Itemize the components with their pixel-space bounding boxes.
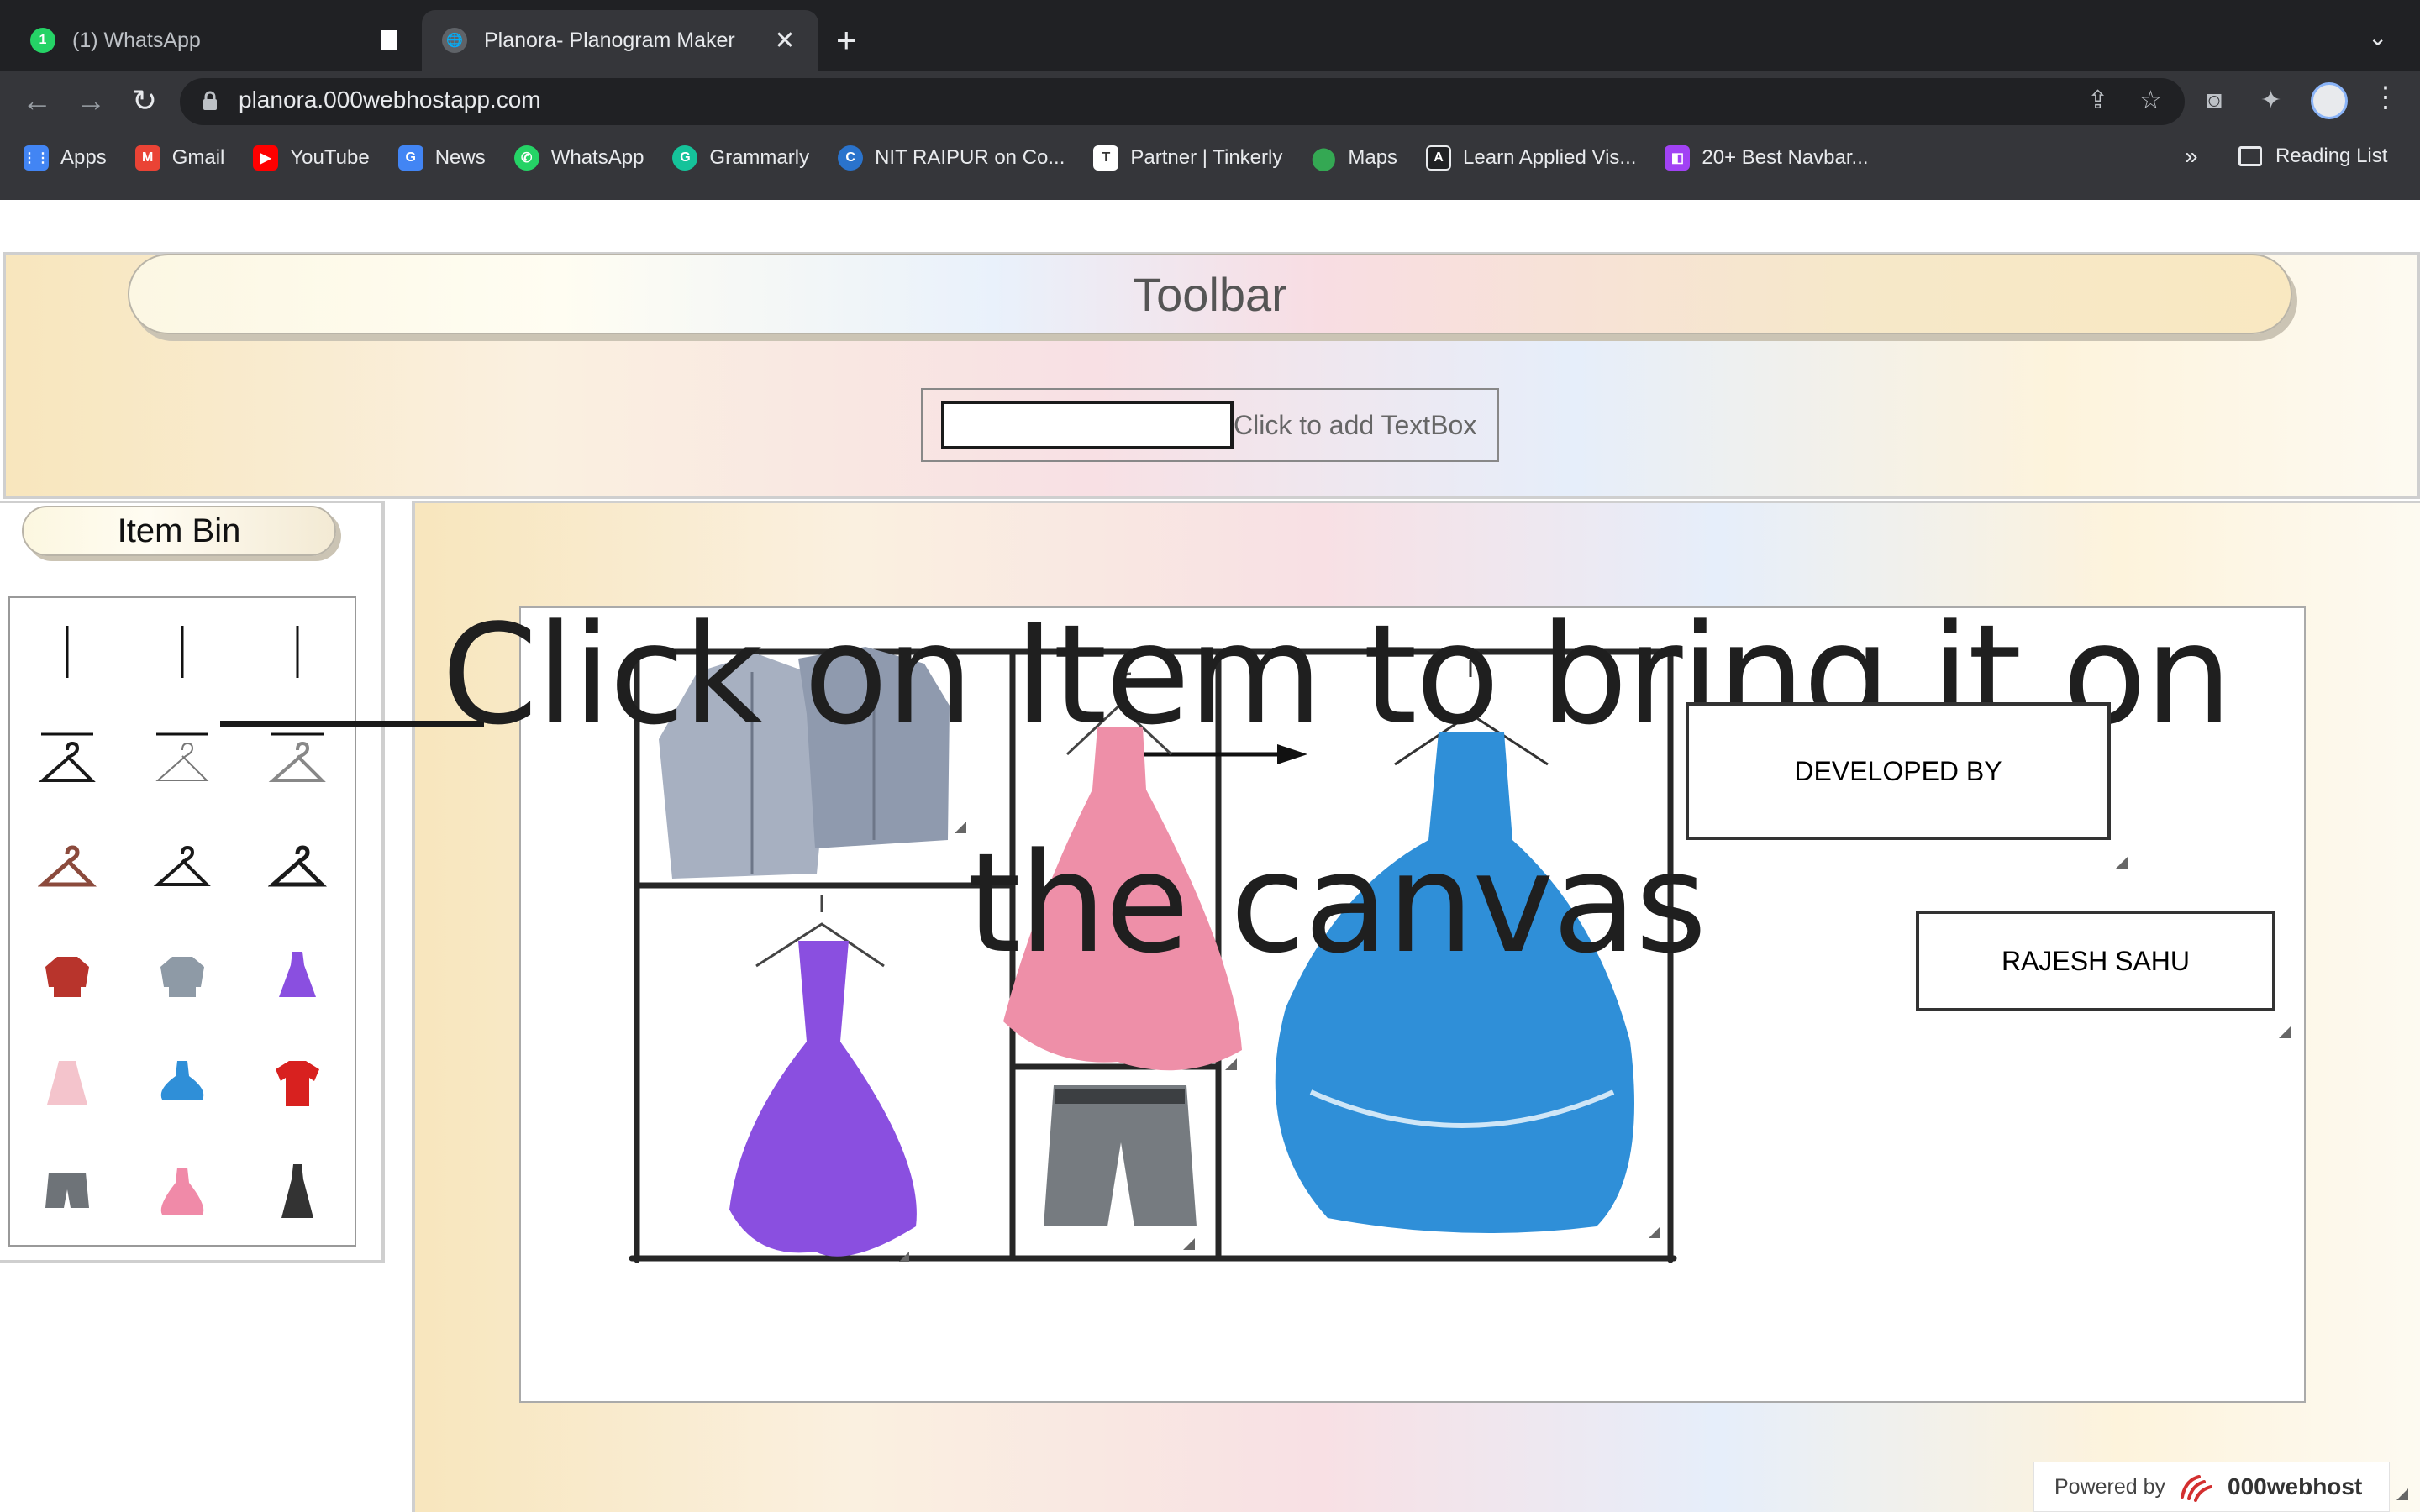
resize-grip-icon[interactable] xyxy=(2116,857,2128,869)
canvas-purple-dress[interactable] xyxy=(729,895,917,1257)
hosting-badge[interactable]: Powered by 000webhost xyxy=(2033,1462,2390,1512)
canvas-grey-shorts[interactable] xyxy=(1044,1085,1197,1226)
powered-by-label: Powered by xyxy=(2054,1474,2166,1499)
resize-grip-icon[interactable] xyxy=(2279,1026,2291,1038)
developed-by-label: DEVELOPED BY xyxy=(1794,755,2002,786)
developer-name-label: RAJESH SAHU xyxy=(2001,945,2191,976)
canvas-pink-gown[interactable] xyxy=(1003,672,1242,1071)
host-brand-label: 000webhost xyxy=(2228,1473,2363,1499)
developed-by-textbox[interactable]: DEVELOPED BY xyxy=(1686,702,2111,840)
webhost-logo-icon xyxy=(2181,1475,2213,1502)
canvas-blue-ball-gown[interactable] xyxy=(1275,660,1634,1233)
developer-name-textbox[interactable]: RAJESH SAHU xyxy=(1916,911,2275,1011)
page-resize-grip-icon xyxy=(2396,1488,2408,1500)
canvas-grey-shirts[interactable] xyxy=(659,647,950,879)
